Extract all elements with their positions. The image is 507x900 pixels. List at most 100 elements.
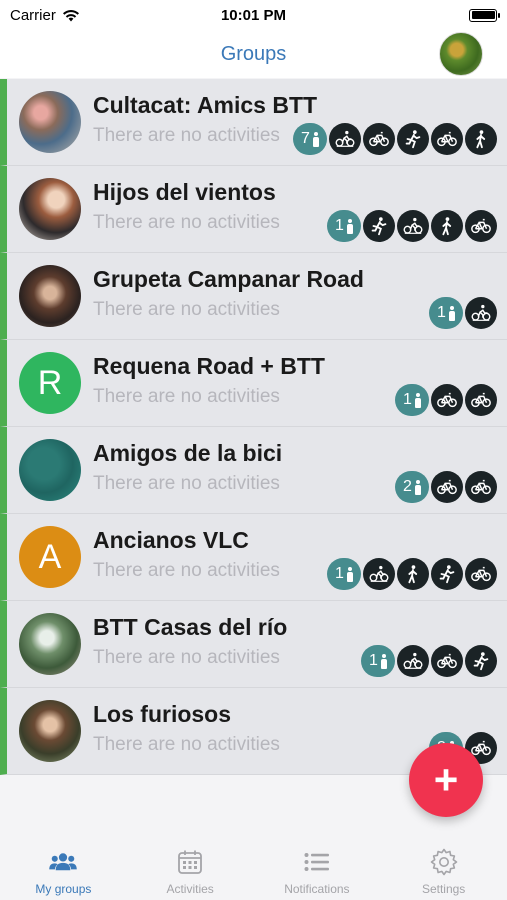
- person-icon: [312, 131, 319, 147]
- member-count-badge: 1: [395, 384, 429, 416]
- group-row[interactable]: A Ancianos VLC There are no activities 1: [0, 514, 507, 601]
- group-status: There are no activities: [93, 212, 280, 233]
- cycling-icon: [329, 123, 361, 155]
- carrier-label: Carrier: [10, 6, 56, 24]
- group-name: Amigos de la bici: [93, 440, 283, 466]
- tab-label: Settings: [421, 882, 466, 896]
- gear-icon: [429, 848, 459, 876]
- tab-label: My groups: [35, 882, 92, 896]
- group-avatar: R: [19, 352, 81, 414]
- group-row[interactable]: Cultacat: Amics BTT There are no activiti…: [0, 79, 507, 166]
- member-count: 7: [301, 130, 310, 147]
- member-count: 1: [369, 652, 378, 669]
- member-count-badge: 2: [395, 471, 429, 503]
- group-name: Ancianos VLC: [93, 527, 249, 553]
- person-icon: [414, 479, 421, 495]
- group-list: Cultacat: Amics BTT There are no activiti…: [0, 79, 507, 775]
- group-status: There are no activities: [93, 560, 280, 581]
- group-row[interactable]: R Requena Road + BTT There are no activiti…: [0, 340, 507, 427]
- member-count: 1: [335, 217, 344, 234]
- add-group-button[interactable]: +: [409, 743, 483, 817]
- group-row[interactable]: BTT Casas del río There are no activities…: [0, 601, 507, 688]
- tab-label: Activities: [166, 882, 214, 896]
- person-icon: [414, 392, 421, 408]
- activity-badges: 1: [327, 558, 497, 590]
- person-icon: [346, 218, 353, 234]
- cycling-icon: [363, 558, 395, 590]
- member-count-badge: 1: [327, 210, 361, 242]
- group-name: Los furiosos: [93, 701, 232, 727]
- group-name: Hijos del vientos: [93, 179, 276, 205]
- member-count: 2: [403, 478, 412, 495]
- group-avatar: [19, 613, 81, 675]
- member-count-badge: 7: [293, 123, 327, 155]
- running-icon: [363, 210, 395, 242]
- status-bar: Carrier 10:01 PM: [0, 0, 507, 30]
- member-count: 1: [437, 304, 446, 321]
- bike-icon: [431, 123, 463, 155]
- calendar-icon: [175, 848, 205, 876]
- person-icon: [448, 305, 455, 321]
- person-icon: [380, 653, 387, 669]
- member-count-badge: 1: [429, 297, 463, 329]
- bike-icon: [431, 471, 463, 503]
- bike-icon: [465, 210, 497, 242]
- group-icon: [48, 848, 78, 876]
- group-row[interactable]: Hijos del vientos There are no activities…: [0, 166, 507, 253]
- activity-badges: 1: [361, 645, 497, 677]
- running-icon: [397, 123, 429, 155]
- group-name: Requena Road + BTT: [93, 353, 325, 379]
- group-status: There are no activities: [93, 299, 280, 320]
- profile-avatar[interactable]: [439, 32, 483, 76]
- running-icon: [465, 645, 497, 677]
- group-row[interactable]: Grupeta Campanar Road There are no activi…: [0, 253, 507, 340]
- walking-icon: [431, 210, 463, 242]
- activity-badges: 2: [395, 471, 497, 503]
- page-title: Groups: [220, 42, 287, 65]
- running-icon: [431, 558, 463, 590]
- activity-badges: 7: [293, 123, 497, 155]
- cycling-icon: [397, 645, 429, 677]
- walking-icon: [397, 558, 429, 590]
- group-status: There are no activities: [93, 473, 280, 494]
- group-avatar: [19, 439, 81, 501]
- tab-bar: My groups Activities Notifications Settings: [0, 838, 507, 900]
- tab-settings[interactable]: Settings: [384, 848, 504, 896]
- member-count: 1: [403, 391, 412, 408]
- group-status: There are no activities: [93, 386, 280, 407]
- bike-icon: [465, 384, 497, 416]
- person-icon: [346, 566, 353, 582]
- bike-icon: [465, 558, 497, 590]
- activity-badges: 1: [327, 210, 497, 242]
- bike-icon: [431, 384, 463, 416]
- tab-label: Notifications: [284, 882, 350, 896]
- tab-notifications[interactable]: Notifications: [257, 848, 377, 896]
- status-left: Carrier: [10, 7, 80, 24]
- bike-icon: [465, 471, 497, 503]
- nav-bar: Groups: [0, 30, 507, 78]
- battery-icon: [469, 8, 500, 22]
- tab-my-groups[interactable]: My groups: [3, 848, 123, 896]
- walking-icon: [465, 123, 497, 155]
- group-status: There are no activities: [93, 734, 280, 755]
- group-avatar: A: [19, 526, 81, 588]
- group-avatar: [19, 265, 81, 327]
- wifi-icon: [62, 9, 79, 21]
- member-count: 1: [335, 565, 344, 582]
- list-icon: [302, 848, 332, 876]
- activity-badges: 1: [395, 384, 497, 416]
- group-row[interactable]: Amigos de la bici There are no activities…: [0, 427, 507, 514]
- member-count-badge: 1: [327, 558, 361, 590]
- bike-icon: [363, 123, 395, 155]
- group-avatar: [19, 178, 81, 240]
- group-status: There are no activities: [93, 125, 280, 146]
- group-name: Cultacat: Amics BTT: [93, 92, 318, 118]
- group-name: Grupeta Campanar Road: [93, 266, 364, 292]
- group-avatar: [19, 91, 81, 153]
- bike-icon: [431, 645, 463, 677]
- cycling-icon: [465, 297, 497, 329]
- group-status: There are no activities: [93, 647, 280, 668]
- group-avatar: [19, 700, 81, 762]
- group-name: BTT Casas del río: [93, 614, 288, 640]
- tab-activities[interactable]: Activities: [130, 848, 250, 896]
